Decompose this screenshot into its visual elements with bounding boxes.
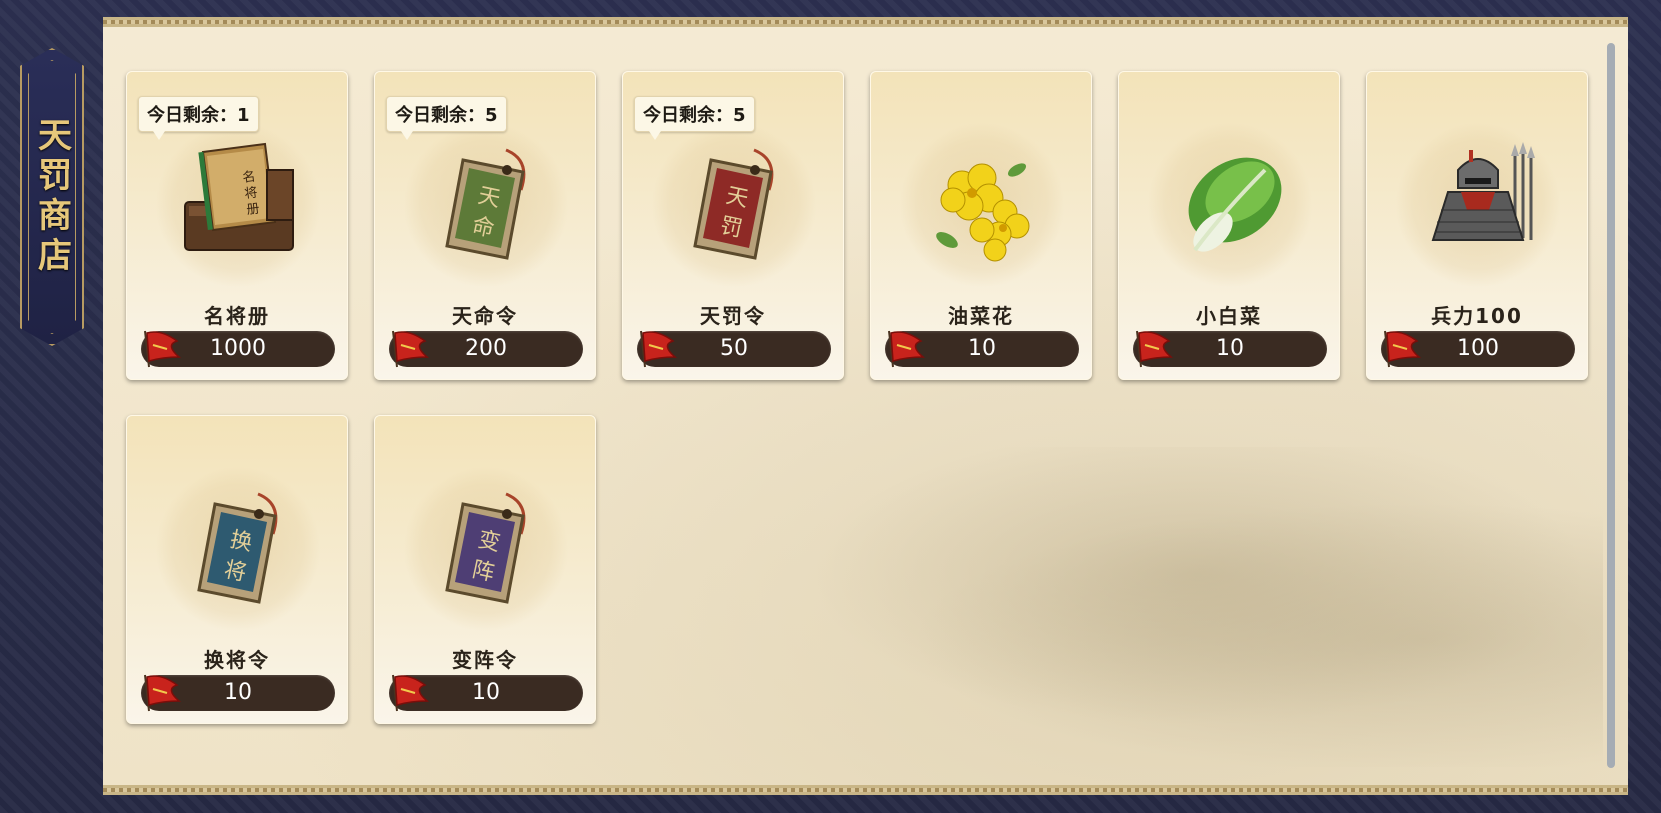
price-value: 200 (465, 336, 507, 361)
green-token-icon: 天 命 (403, 122, 569, 288)
price-value: 1000 (210, 336, 266, 361)
rapeseed-flower-icon (899, 122, 1065, 288)
item-name: 油菜花 (948, 304, 1014, 328)
price-value: 10 (472, 680, 500, 705)
item-name: 换将令 (204, 648, 270, 672)
item-name: 天命令 (452, 304, 518, 328)
shop-title-plaque: 天罚商店 (20, 48, 84, 346)
svg-text:册: 册 (246, 201, 261, 217)
item-name: 名将册 (204, 304, 270, 328)
blue-token-icon: 换 将 (155, 466, 321, 632)
price-bar[interactable]: 200 (389, 330, 583, 368)
daily-limit-tag: 今日剩余：1 (138, 96, 259, 140)
shop-item-card[interactable]: 名 将 册 今日剩余：1 名将册 1000 (126, 71, 348, 380)
price-value: 10 (968, 336, 996, 361)
purple-token-icon: 变 阵 (403, 466, 569, 632)
item-name: 小白菜 (1196, 304, 1262, 328)
price-value: 100 (1457, 336, 1499, 361)
price-bar[interactable]: 10 (389, 674, 583, 712)
shop-item-card[interactable]: 变 阵 变阵令 10 (374, 415, 596, 724)
shop-item-card[interactable]: 换 将 换将令 10 (126, 415, 348, 724)
daily-limit-tag: 今日剩余：5 (386, 96, 507, 140)
price-bar[interactable]: 1000 (141, 330, 335, 368)
price-bar[interactable]: 100 (1381, 330, 1575, 368)
price-value: 10 (1216, 336, 1244, 361)
price-value: 10 (224, 680, 252, 705)
shop-item-card[interactable]: 小白菜 10 (1118, 71, 1340, 380)
book-box-icon: 名 将 册 (155, 122, 321, 288)
daily-limit-tag: 今日剩余：5 (634, 96, 755, 140)
shop-item-card[interactable]: 天 命 今日剩余：5 天命令 200 (374, 71, 596, 380)
red-token-icon: 天 罚 (651, 122, 817, 288)
shop-title: 天罚商店 (31, 117, 72, 277)
price-bar[interactable]: 10 (141, 674, 335, 712)
bok-choy-icon (1147, 122, 1313, 288)
item-name: 变阵令 (452, 648, 518, 672)
item-name: 兵力100 (1431, 304, 1523, 328)
svg-text:将: 将 (244, 185, 259, 201)
shop-item-card[interactable]: 天 罚 今日剩余：5 天罚令 50 (622, 71, 844, 380)
shop-item-card[interactable]: 兵力100 100 (1366, 71, 1588, 380)
price-bar[interactable]: 10 (1133, 330, 1327, 368)
item-name: 天罚令 (700, 304, 766, 328)
price-bar[interactable]: 50 (637, 330, 831, 368)
shop-item-card[interactable]: 油菜花 10 (870, 71, 1092, 380)
svg-text:名: 名 (242, 169, 257, 186)
price-bar[interactable]: 10 (885, 330, 1079, 368)
scrollbar[interactable] (1607, 43, 1615, 768)
price-value: 50 (720, 336, 748, 361)
soldier-armor-icon (1395, 122, 1561, 288)
